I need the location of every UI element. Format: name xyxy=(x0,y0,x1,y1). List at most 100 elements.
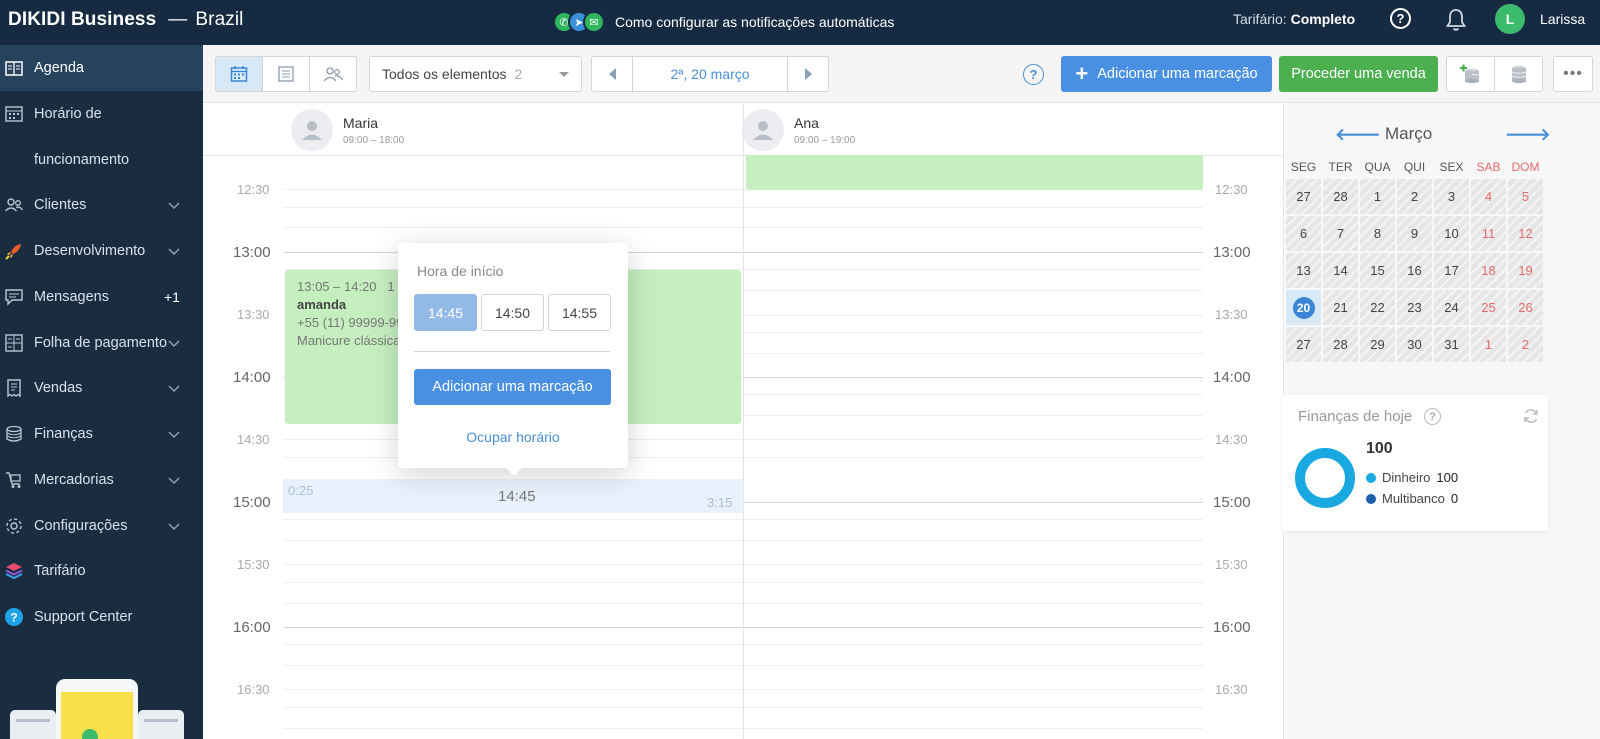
view-staff-button[interactable] xyxy=(310,57,356,91)
popup-add-appointment-button[interactable]: Adicionar uma marcação xyxy=(414,369,611,405)
calendar-day[interactable]: 17 xyxy=(1434,253,1469,288)
staff-name: Maria xyxy=(343,114,379,131)
weekday-label: SEX xyxy=(1439,160,1464,174)
calendar-day[interactable]: 25 xyxy=(1471,290,1506,325)
avatar[interactable]: L xyxy=(1495,4,1525,34)
calendar-day[interactable]: 7 xyxy=(1323,216,1358,251)
brand[interactable]: DIKIDI Business — Brazil xyxy=(8,9,243,31)
next-day-button[interactable] xyxy=(787,57,828,91)
block-time-link[interactable]: Ocupar horário xyxy=(398,429,628,445)
tariff-link[interactable]: Tarifário: Completo xyxy=(1233,11,1355,27)
staff-view-icon xyxy=(323,67,344,82)
calendar-day[interactable]: 13 xyxy=(1286,253,1321,288)
staff-filter-count: 2 xyxy=(514,66,523,82)
prev-month-arrow-icon[interactable]: 🡐 xyxy=(1335,125,1381,145)
help-icon[interactable]: ? xyxy=(1390,8,1411,29)
bell-icon[interactable] xyxy=(1444,7,1468,33)
start-time-option[interactable]: 14:55 xyxy=(548,294,611,331)
previous-day-button[interactable] xyxy=(592,57,633,91)
calendar-day[interactable]: 3 xyxy=(1434,179,1469,214)
start-time-option[interactable]: 14:50 xyxy=(481,294,544,331)
more-options-button[interactable]: ••• xyxy=(1553,56,1593,92)
view-calendar-button[interactable] xyxy=(216,57,263,91)
sidebar-item-clients[interactable]: Clientes xyxy=(0,182,203,228)
calendar-day[interactable]: 19 xyxy=(1508,253,1543,288)
cart-icon xyxy=(6,472,21,488)
sidebar-item-working-hours[interactable]: Horário de xyxy=(0,91,203,137)
calendar-day[interactable]: 28 xyxy=(1323,179,1358,214)
time-label-hour: 16:00 xyxy=(233,619,271,636)
sidebar-item-agenda[interactable]: Agenda xyxy=(0,45,203,91)
calendar-day[interactable]: 16 xyxy=(1397,253,1432,288)
calendar-day[interactable]: 9 xyxy=(1397,216,1432,251)
refresh-icon[interactable] xyxy=(1522,407,1540,425)
staff-column-header[interactable]: Ana 09:00 – 19:00 xyxy=(742,109,855,151)
weekday-label: SEG xyxy=(1290,160,1317,174)
next-month-arrow-icon[interactable]: 🡒 xyxy=(1505,125,1551,145)
calendar-day[interactable]: 27 xyxy=(1286,179,1321,214)
user-name[interactable]: Larissa xyxy=(1540,11,1585,27)
sidebar-item-settings[interactable]: Configurações xyxy=(0,503,203,549)
sidebar-item-development[interactable]: Desenvolvimento xyxy=(0,228,203,274)
chevron-down-icon xyxy=(168,340,180,348)
sidebar-item-label: Mensagens xyxy=(34,289,109,305)
cash-in-button[interactable] xyxy=(1447,57,1495,91)
make-sale-button[interactable]: Proceder uma venda xyxy=(1279,56,1438,92)
cash-out-button[interactable] xyxy=(1495,57,1542,91)
mobile-app-promo-image[interactable] xyxy=(10,675,185,739)
calendar-day[interactable]: 22 xyxy=(1360,290,1395,325)
staff-column-header[interactable]: Maria 09:00 – 18:00 xyxy=(291,109,404,151)
calendar-day[interactable]: 30 xyxy=(1397,327,1432,362)
calendar-day[interactable]: 31 xyxy=(1434,327,1469,362)
calendar-day[interactable]: 2 xyxy=(1508,327,1543,362)
column-divider xyxy=(743,103,744,739)
time-label: 14:30 xyxy=(1215,432,1248,447)
selected-time-slot[interactable]: 0:25 14:45 3:15 xyxy=(283,479,743,513)
calendar-day[interactable]: 18 xyxy=(1471,253,1506,288)
calendar-day[interactable]: 6 xyxy=(1286,216,1321,251)
calendar-day[interactable]: 21 xyxy=(1323,290,1358,325)
appointment-block[interactable] xyxy=(746,155,1203,190)
calendar-day[interactable]: 12 xyxy=(1508,216,1543,251)
toolbar-help-icon[interactable]: ? xyxy=(1023,64,1044,85)
calendar-day[interactable]: 26 xyxy=(1508,290,1543,325)
calendar-day[interactable]: 1 xyxy=(1360,179,1395,214)
view-list-button[interactable] xyxy=(263,57,310,91)
calendar-day[interactable]: 1 xyxy=(1471,327,1506,362)
sidebar-item-support[interactable]: ? Support Center xyxy=(0,594,203,640)
sidebar-item-goods[interactable]: Mercadorias xyxy=(0,457,203,503)
time-label: 12:30 xyxy=(237,182,270,197)
slot-time: 14:45 xyxy=(498,488,536,505)
calendar-day[interactable]: 11 xyxy=(1471,216,1506,251)
time-label-hour: 13:00 xyxy=(233,244,271,261)
calendar-day[interactable]: 4 xyxy=(1471,179,1506,214)
payroll-icon xyxy=(5,334,23,352)
calendar-day[interactable]: 10 xyxy=(1434,216,1469,251)
sidebar-item-messages[interactable]: Mensagens +1 xyxy=(0,274,203,320)
current-date[interactable]: 2ª, 20 março xyxy=(633,57,787,91)
today-finances-card: Finanças de hoje ? 100 Dinheiro 100 Mult… xyxy=(1282,395,1548,531)
calendar-day[interactable]: 8 xyxy=(1360,216,1395,251)
calendar-day[interactable]: 28 xyxy=(1323,327,1358,362)
calendar-day[interactable]: 24 xyxy=(1434,290,1469,325)
start-time-option[interactable]: 14:45 xyxy=(414,294,477,331)
finances-help-icon[interactable]: ? xyxy=(1424,408,1441,425)
sidebar-item-payroll[interactable]: Folha de pagamento xyxy=(0,320,203,366)
calendar-day[interactable]: 29 xyxy=(1360,327,1395,362)
staff-filter-select[interactable]: Todos os elementos 2 xyxy=(369,56,582,92)
calendar-day[interactable]: 5 xyxy=(1508,179,1543,214)
sidebar-item-working-hours-line2[interactable]: funcionamento xyxy=(0,137,203,183)
calendar-day[interactable]: 14 xyxy=(1323,253,1358,288)
tariff-label: Tarifário: xyxy=(1233,11,1287,27)
add-appointment-button[interactable]: + Adicionar uma marcação xyxy=(1061,56,1272,92)
sidebar-item-finances[interactable]: Finanças xyxy=(0,411,203,457)
calendar-day[interactable]: 27 xyxy=(1286,327,1321,362)
calendar-day[interactable]: 23 xyxy=(1397,290,1432,325)
calendar-day-today[interactable]: 20 xyxy=(1286,290,1321,325)
sidebar-item-tariff[interactable]: Tarifário xyxy=(0,548,203,594)
calendar-day[interactable]: 2 xyxy=(1397,179,1432,214)
notification-setup-link[interactable]: ✆ ➤ ✉ Como configurar as notificações au… xyxy=(553,9,894,35)
calendar-day[interactable]: 15 xyxy=(1360,253,1395,288)
sidebar-item-sales[interactable]: Vendas xyxy=(0,365,203,411)
agenda-toolbar: Todos os elementos 2 2ª, 20 março ? + Ad… xyxy=(203,45,1600,103)
